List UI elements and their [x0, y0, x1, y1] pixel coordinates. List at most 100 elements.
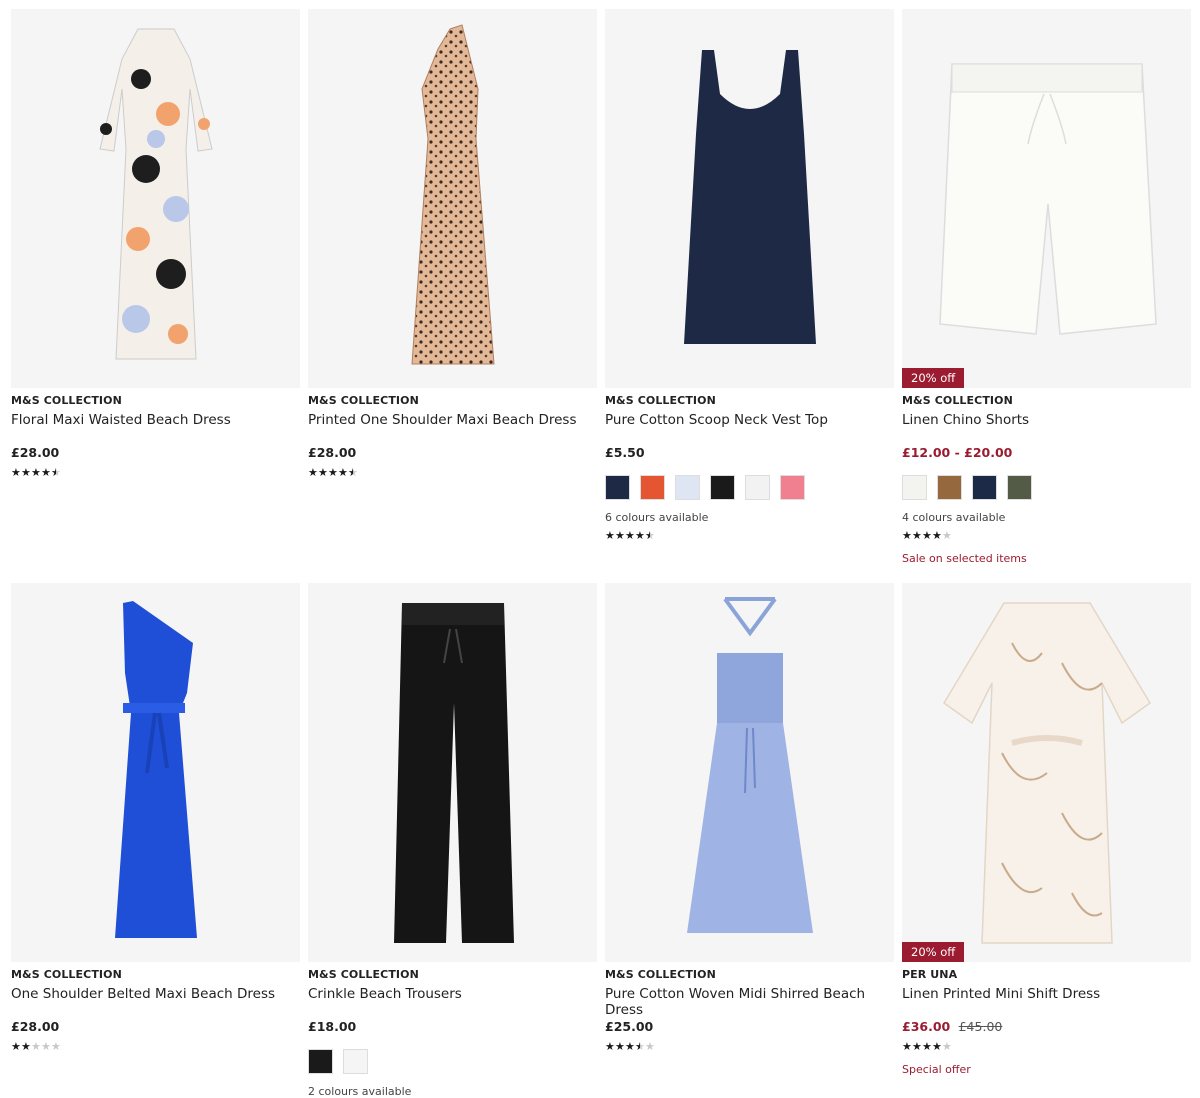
product-price: £36.00 £45.00 — [902, 1019, 1191, 1035]
product-card[interactable]: M&S COLLECTION One Shoulder Belted Maxi … — [11, 583, 300, 1053]
discount-badge: 20% off — [902, 368, 965, 388]
star-icon: ★ — [348, 466, 358, 479]
star-icon: ★ — [21, 466, 31, 479]
sale-price: £36.00 — [902, 1019, 951, 1034]
colour-swatches — [605, 475, 894, 502]
product-image[interactable]: 20% off — [902, 9, 1191, 388]
colour-swatch[interactable] — [605, 475, 630, 500]
product-price: £28.00 — [308, 445, 597, 461]
product-brand: M&S COLLECTION — [605, 394, 716, 407]
product-title[interactable]: Crinkle Beach Trousers — [308, 986, 597, 1002]
blue-maxi-dress-icon — [114, 600, 197, 938]
product-card[interactable]: M&S COLLECTION Printed One Shoulder Maxi… — [308, 9, 597, 479]
star-icon: ★ — [338, 466, 348, 479]
rating-stars: ★ ★ ★ ★ ★ — [902, 530, 1191, 542]
sale-price: £12.00 - £20.00 — [902, 445, 1013, 460]
colour-swatches — [308, 1049, 597, 1076]
colour-swatch[interactable] — [308, 1049, 333, 1074]
product-card[interactable]: M&S COLLECTION Floral Maxi Waisted Beach… — [11, 9, 300, 479]
rating-stars: ★ ★ ★ ★ ★ — [902, 1041, 1191, 1053]
price: £18.00 — [308, 1019, 357, 1034]
price: £28.00 — [308, 445, 357, 460]
colour-swatches — [902, 475, 1191, 502]
product-card[interactable]: M&S COLLECTION Pure Cotton Scoop Neck Ve… — [605, 9, 894, 542]
price: £5.50 — [605, 445, 645, 460]
product-title[interactable]: Linen Printed Mini Shift Dress — [902, 986, 1191, 1002]
star-icon: ★ — [922, 529, 932, 542]
product-price: £25.00 — [605, 1019, 894, 1035]
star-icon: ★ — [932, 1040, 942, 1053]
sale-note: Sale on selected items — [902, 552, 1027, 565]
product-brand: M&S COLLECTION — [308, 394, 419, 407]
product-image[interactable] — [605, 583, 894, 962]
blue-shirred-dress-icon — [686, 596, 813, 933]
colours-available: 4 colours available — [902, 511, 1006, 524]
colours-available: 6 colours available — [605, 511, 709, 524]
star-icon: ★ — [645, 1040, 655, 1053]
colour-swatch[interactable] — [937, 475, 962, 500]
rating-stars: ★ ★ ★ ★ ★ — [605, 1041, 894, 1053]
rating-stars: ★ ★ ★ ★ ★ — [308, 467, 597, 479]
product-image[interactable] — [11, 583, 300, 962]
product-title[interactable]: Printed One Shoulder Maxi Beach Dress — [308, 412, 597, 428]
star-icon: ★ — [902, 529, 912, 542]
price: £28.00 — [11, 1019, 60, 1034]
star-icon: ★ — [605, 1040, 615, 1053]
product-grid: M&S COLLECTION Floral Maxi Waisted Beach… — [0, 0, 1200, 1098]
colour-swatch[interactable] — [640, 475, 665, 500]
product-title[interactable]: Pure Cotton Scoop Neck Vest Top — [605, 412, 894, 428]
product-price: £18.00 — [308, 1019, 597, 1035]
product-card[interactable]: M&S COLLECTION Crinkle Beach Trousers £1… — [308, 583, 597, 1098]
product-brand: M&S COLLECTION — [11, 394, 122, 407]
discount-badge: 20% off — [902, 942, 965, 962]
colour-swatch[interactable] — [675, 475, 700, 500]
star-icon: ★ — [605, 529, 615, 542]
star-icon: ★ — [328, 466, 338, 479]
product-brand: M&S COLLECTION — [308, 968, 419, 981]
product-image[interactable] — [308, 583, 597, 962]
star-icon: ★ — [51, 1040, 61, 1053]
white-linen-shorts-icon — [938, 62, 1157, 335]
colour-swatch[interactable] — [710, 475, 735, 500]
was-price: £45.00 — [958, 1019, 1003, 1034]
star-icon: ★ — [912, 1040, 922, 1053]
colour-swatch[interactable] — [745, 475, 770, 500]
product-title[interactable]: Pure Cotton Woven Midi Shirred Beach Dre… — [605, 986, 894, 1018]
product-image[interactable]: 20% off — [902, 583, 1191, 962]
star-icon: ★ — [625, 1040, 635, 1053]
floral-maxi-dress-icon — [98, 28, 213, 359]
product-image[interactable] — [11, 9, 300, 388]
star-icon: ★ — [942, 529, 952, 542]
colour-swatch[interactable] — [972, 475, 997, 500]
product-price: £28.00 — [11, 445, 300, 461]
product-title[interactable]: Linen Chino Shorts — [902, 412, 1191, 428]
product-image[interactable] — [605, 9, 894, 388]
colour-swatch[interactable] — [902, 475, 927, 500]
product-card[interactable]: 20% off PER UNA Linen Printed Mini Shift… — [902, 583, 1191, 1076]
product-card[interactable]: M&S COLLECTION Pure Cotton Woven Midi Sh… — [605, 583, 894, 1053]
product-price: £5.50 — [605, 445, 894, 461]
price: £25.00 — [605, 1019, 654, 1034]
product-title[interactable]: One Shoulder Belted Maxi Beach Dress — [11, 986, 300, 1002]
star-icon: ★ — [635, 529, 645, 542]
product-card[interactable]: 20% off M&S COLLECTION Linen Chino Short… — [902, 9, 1191, 565]
colour-swatch[interactable] — [343, 1049, 368, 1074]
product-brand: M&S COLLECTION — [11, 968, 122, 981]
product-price: £12.00 - £20.00 — [902, 445, 1191, 461]
star-icon: ★ — [318, 466, 328, 479]
product-image[interactable] — [308, 9, 597, 388]
colour-swatch[interactable] — [1007, 475, 1032, 500]
product-title[interactable]: Floral Maxi Waisted Beach Dress — [11, 412, 300, 428]
leopard-maxi-dress-icon — [410, 23, 495, 364]
offer-note: Special offer — [902, 1063, 971, 1076]
rating-stars: ★ ★ ★ ★ ★ — [11, 467, 300, 479]
star-icon: ★ — [635, 1040, 645, 1053]
colour-swatch[interactable] — [780, 475, 805, 500]
colours-available: 2 colours available — [308, 1085, 412, 1098]
product-brand: PER UNA — [902, 968, 958, 981]
product-brand: M&S COLLECTION — [605, 968, 716, 981]
star-icon: ★ — [31, 1040, 41, 1053]
star-icon: ★ — [912, 529, 922, 542]
black-trousers-icon — [393, 602, 514, 943]
star-icon: ★ — [51, 466, 61, 479]
